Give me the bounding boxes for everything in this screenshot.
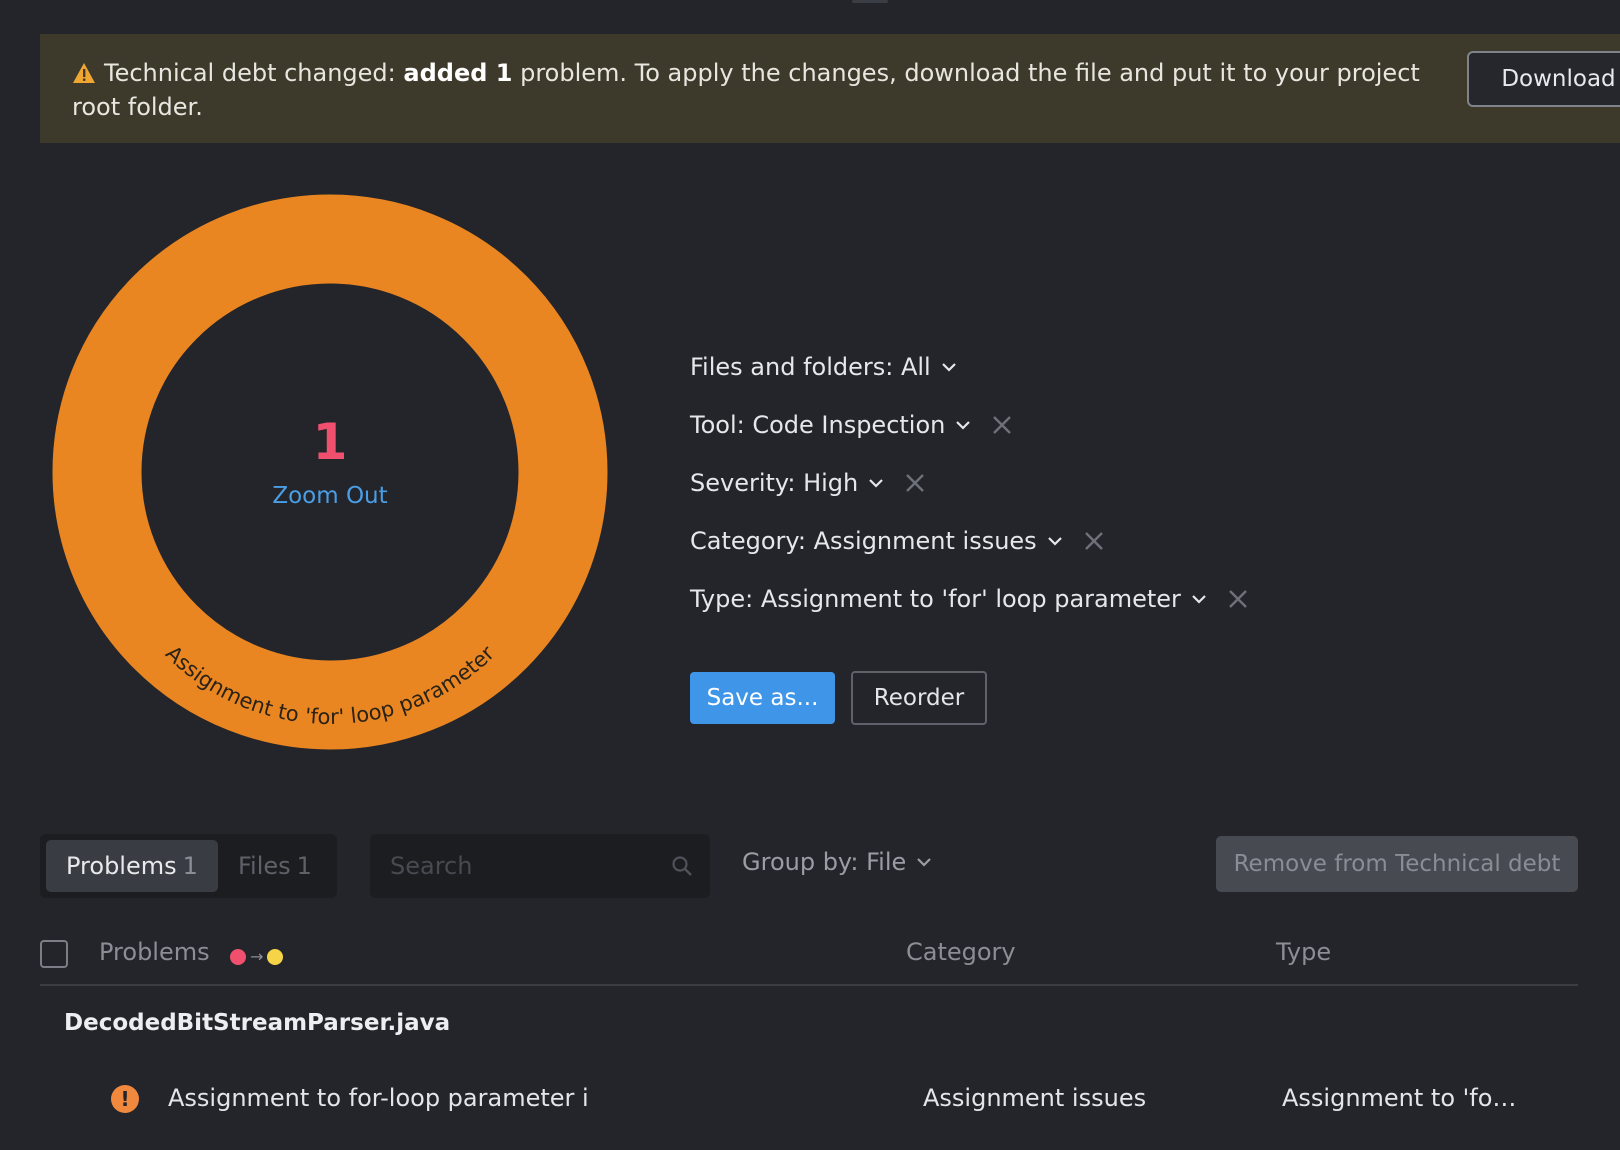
warning-icon xyxy=(72,61,96,92)
chevron-down-icon xyxy=(917,858,932,867)
column-header-type[interactable]: Type xyxy=(1276,938,1331,966)
tab-files-count: 1 xyxy=(296,852,312,880)
scroll-indicator xyxy=(852,0,888,3)
reorder-button[interactable]: Reorder xyxy=(851,671,987,725)
column-header-category[interactable]: Category xyxy=(906,938,1016,966)
zoom-out-link[interactable]: Zoom Out xyxy=(210,483,450,509)
chevron-down-icon xyxy=(956,421,971,430)
category-cell: Assignment issues xyxy=(923,1084,1147,1112)
search-icon xyxy=(672,856,692,876)
close-icon[interactable] xyxy=(991,414,1013,436)
chevron-down-icon xyxy=(869,479,884,488)
type-cell: Assignment to 'fo… xyxy=(1282,1084,1517,1112)
save-as-button[interactable]: Save as... xyxy=(690,672,835,724)
filter-label: Type: Assignment to 'for' loop parameter xyxy=(690,585,1181,613)
tab-problems-count: 1 xyxy=(182,852,198,880)
problem-cell[interactable]: Assignment to for-loop parameter i xyxy=(168,1084,589,1112)
tab-files[interactable]: Files 1 xyxy=(238,840,328,892)
chevron-down-icon xyxy=(1047,537,1062,546)
filter-label: Files and folders: All xyxy=(690,353,931,381)
header-divider xyxy=(40,984,1578,986)
severity-sort-indicator[interactable]: → xyxy=(230,947,284,966)
close-icon[interactable] xyxy=(1227,588,1249,610)
view-toggle: Problems 1 Files 1 xyxy=(40,834,337,898)
close-icon[interactable] xyxy=(904,472,926,494)
tab-files-label: Files xyxy=(238,852,291,880)
select-all-checkbox[interactable] xyxy=(40,940,68,968)
chevron-down-icon xyxy=(941,363,956,372)
filter-tool[interactable]: Tool: Code Inspection xyxy=(690,408,1013,442)
filter-label: Severity: High xyxy=(690,469,859,497)
group-by-label: Group by: File xyxy=(742,848,907,876)
filter-type[interactable]: Type: Assignment to 'for' loop parameter xyxy=(690,582,1249,616)
banner-message: Technical debt changed: added 1 problem.… xyxy=(72,58,1432,123)
close-icon[interactable] xyxy=(1083,530,1105,552)
file-group-header[interactable]: DecodedBitStreamParser.java xyxy=(64,1010,450,1036)
banner-prefix: Technical debt changed: xyxy=(104,59,404,87)
arrow-right-icon: → xyxy=(250,947,264,966)
donut-chart[interactable]: Assignment to 'for' loop parameter xyxy=(50,192,610,752)
tab-problems-label: Problems xyxy=(66,852,177,880)
group-by-dropdown[interactable]: Group by: File xyxy=(742,848,932,876)
tech-debt-banner: Technical debt changed: added 1 problem.… xyxy=(40,34,1620,143)
donut-segment[interactable] xyxy=(52,194,608,750)
severity-low-dot xyxy=(267,948,284,965)
download-button[interactable]: Download xyxy=(1467,51,1620,107)
filter-label: Tool: Code Inspection xyxy=(690,411,946,439)
column-header-problems[interactable]: Problems xyxy=(99,938,210,966)
remove-from-debt-button[interactable]: Remove from Technical debt xyxy=(1216,836,1578,892)
chevron-down-icon xyxy=(1192,595,1206,604)
banner-bold: added 1 xyxy=(403,59,513,87)
search-box xyxy=(370,834,710,898)
filter-category[interactable]: Category: Assignment issues xyxy=(690,524,1105,558)
donut-count: 1 xyxy=(312,413,348,471)
error-icon: ! xyxy=(111,1085,139,1113)
tab-problems[interactable]: Problems 1 xyxy=(46,840,218,892)
filter-severity[interactable]: Severity: High xyxy=(690,466,926,500)
filter-label: Category: Assignment issues xyxy=(690,527,1037,555)
severity-high-dot xyxy=(230,948,246,965)
search-input[interactable] xyxy=(370,834,660,898)
filter-files-and-folders[interactable]: Files and folders: All xyxy=(690,350,957,384)
